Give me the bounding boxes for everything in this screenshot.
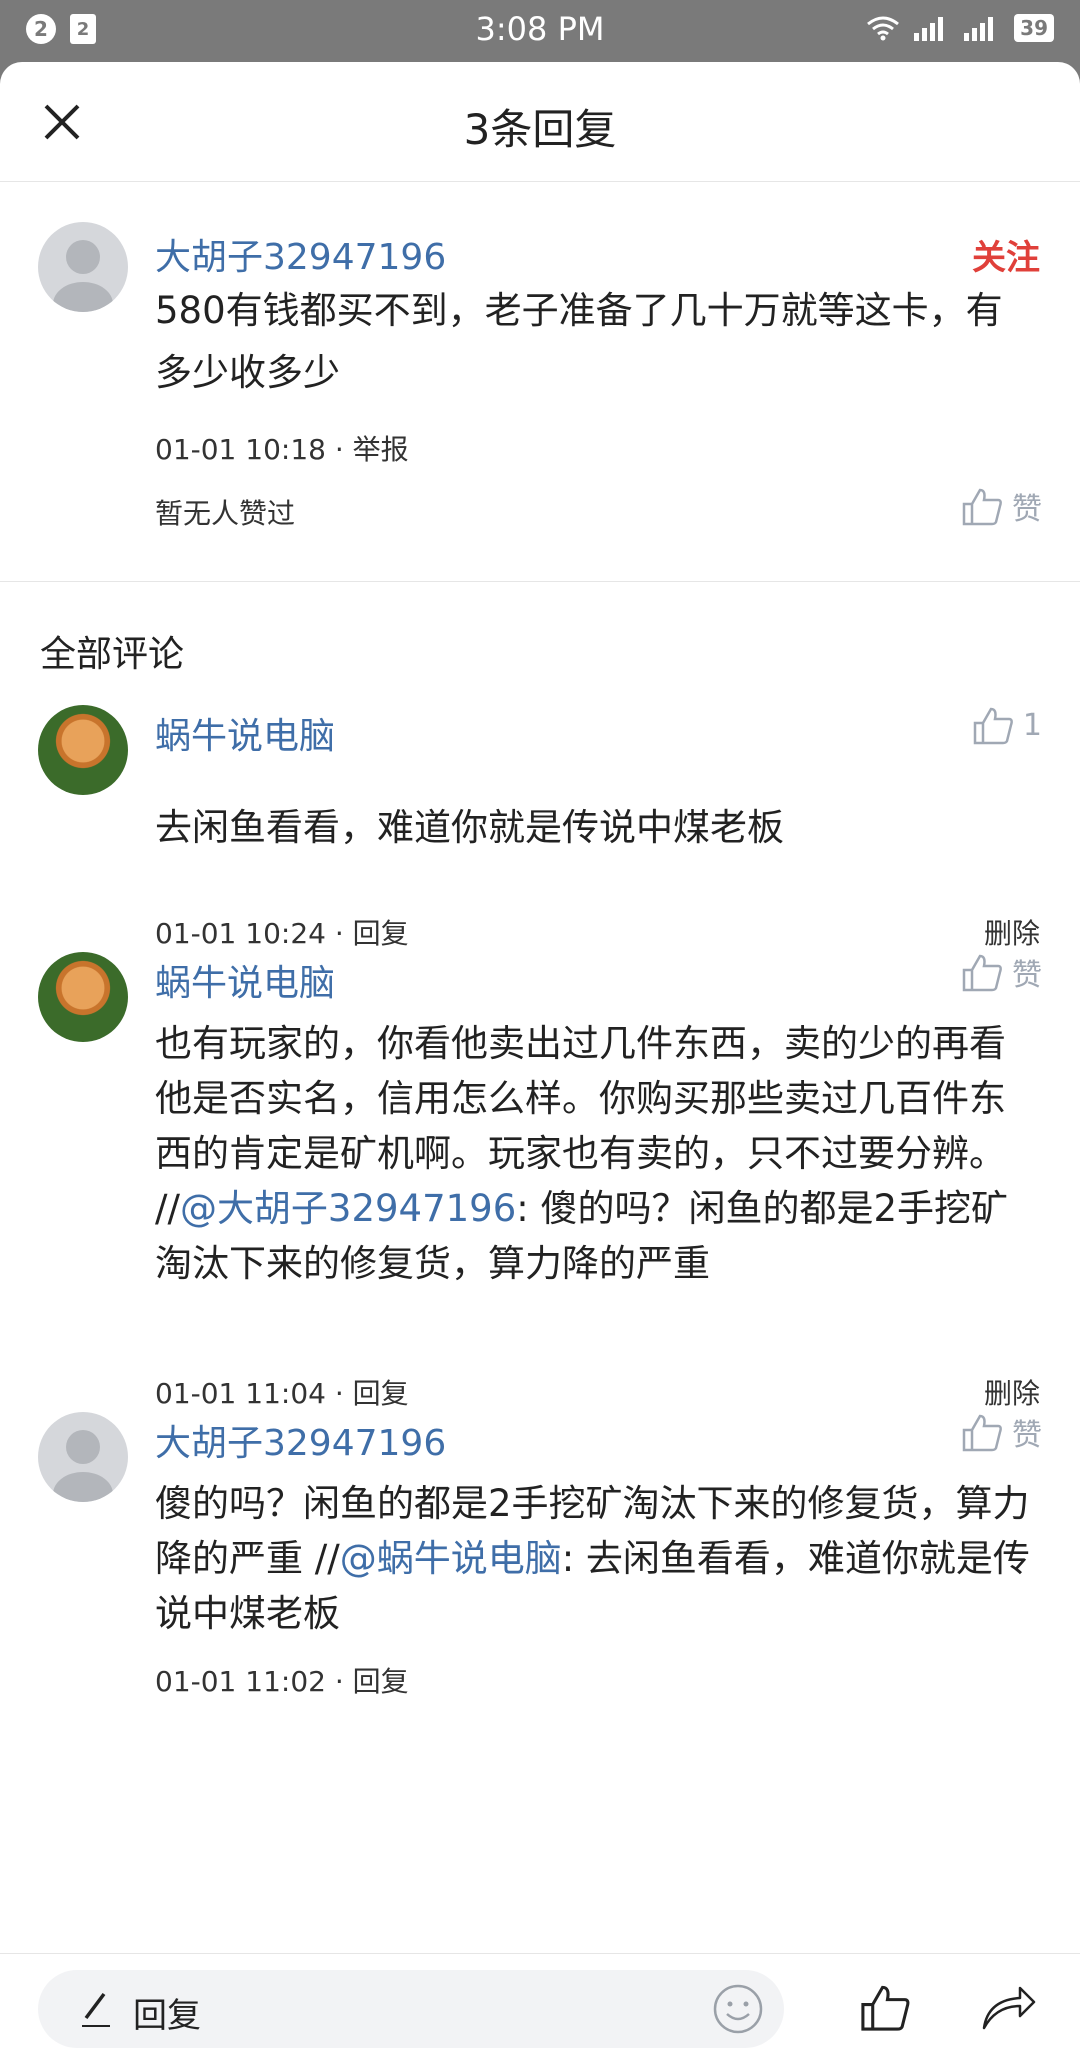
like-button[interactable]: 1 bbox=[971, 703, 1042, 747]
thumbs-up-icon bbox=[973, 707, 1013, 745]
username-link[interactable]: 大胡子32947196 bbox=[155, 228, 446, 280]
comment-meta[interactable]: 01-01 10:18 · 举报 bbox=[155, 428, 409, 468]
comment-meta[interactable]: 01-01 11:04 · 回复 bbox=[155, 1372, 409, 1412]
avatar[interactable] bbox=[38, 952, 128, 1042]
like-label: 赞 bbox=[1012, 492, 1042, 527]
mention-link[interactable]: @大胡子32947196 bbox=[180, 1187, 516, 1230]
emoji-icon[interactable] bbox=[712, 1983, 764, 2035]
bottom-bar: 回复 bbox=[0, 1953, 1080, 2060]
like-button[interactable]: 赞 bbox=[960, 1410, 1042, 1454]
replies-sheet: 3条回复 大胡子32947196 关注 580有钱都买不到，老子准备了几十万就等… bbox=[0, 62, 1080, 2060]
thumbs-up-icon[interactable] bbox=[858, 1980, 912, 2034]
like-button[interactable]: 赞 bbox=[960, 950, 1042, 994]
main-comment: 大胡子32947196 关注 580有钱都买不到，老子准备了几十万就等这卡，有多… bbox=[0, 182, 1080, 582]
header: 3条回复 bbox=[0, 62, 1080, 182]
like-label: 赞 bbox=[1012, 1418, 1042, 1453]
signal-icon bbox=[914, 17, 944, 41]
avatar[interactable] bbox=[38, 705, 128, 795]
page-title: 3条回复 bbox=[463, 105, 617, 154]
pencil-icon bbox=[82, 1992, 110, 2027]
comment-meta[interactable]: 01-01 11:02 · 回复 bbox=[155, 1660, 409, 1700]
delete-button[interactable]: 删除 bbox=[984, 1372, 1040, 1412]
share-icon[interactable] bbox=[980, 1982, 1036, 2032]
avatar[interactable] bbox=[38, 222, 128, 312]
comment-text: 傻的吗？闲鱼的都是2手挖矿淘汰下来的修复货，算力降的严重 //@蜗牛说电脑: 去… bbox=[155, 1476, 1035, 1641]
username-link[interactable]: 蜗牛说电脑 bbox=[155, 707, 335, 759]
signal-2-icon bbox=[964, 17, 994, 41]
thumbs-up-icon bbox=[962, 1414, 1002, 1452]
avatar[interactable] bbox=[38, 1412, 128, 1502]
follow-button[interactable]: 关注 bbox=[972, 230, 1040, 279]
username-link[interactable]: 蜗牛说电脑 bbox=[155, 954, 335, 1006]
comment-text: 也有玩家的，你看他卖出过几件东西，卖的少的再看他是否实名，信用怎么样。你购买那些… bbox=[155, 1016, 1035, 1291]
wifi-icon bbox=[867, 16, 900, 41]
delete-button[interactable]: 删除 bbox=[984, 912, 1040, 952]
like-count: 1 bbox=[1022, 707, 1042, 743]
like-button[interactable]: 赞 bbox=[960, 484, 1042, 528]
reply-input[interactable]: 回复 bbox=[38, 1970, 784, 2048]
status-bar: 2 2 3:08 PM 39 bbox=[0, 0, 1080, 62]
comment-text-main: 去闲鱼看看，难道你就是传说中煤老板 bbox=[155, 806, 784, 849]
like-label: 赞 bbox=[1012, 958, 1042, 993]
comment-text: 580有钱都买不到，老子准备了几十万就等这卡，有多少收多少 bbox=[155, 289, 1003, 394]
username-link[interactable]: 大胡子32947196 bbox=[155, 1414, 446, 1466]
comment-text: 去闲鱼看看，难道你就是传说中煤老板 bbox=[155, 797, 1035, 859]
mention-link[interactable]: @蜗牛说电脑 bbox=[340, 1537, 562, 1580]
thumbs-up-icon bbox=[962, 954, 1002, 992]
reply-placeholder: 回复 bbox=[133, 1996, 201, 2036]
no-likes-text: 暂无人赞过 bbox=[155, 497, 296, 530]
comment-meta[interactable]: 01-01 10:24 · 回复 bbox=[155, 912, 409, 952]
thumbs-up-icon bbox=[962, 488, 1002, 526]
battery-icon: 39 bbox=[1014, 14, 1054, 42]
section-title: 全部评论 bbox=[40, 634, 185, 675]
